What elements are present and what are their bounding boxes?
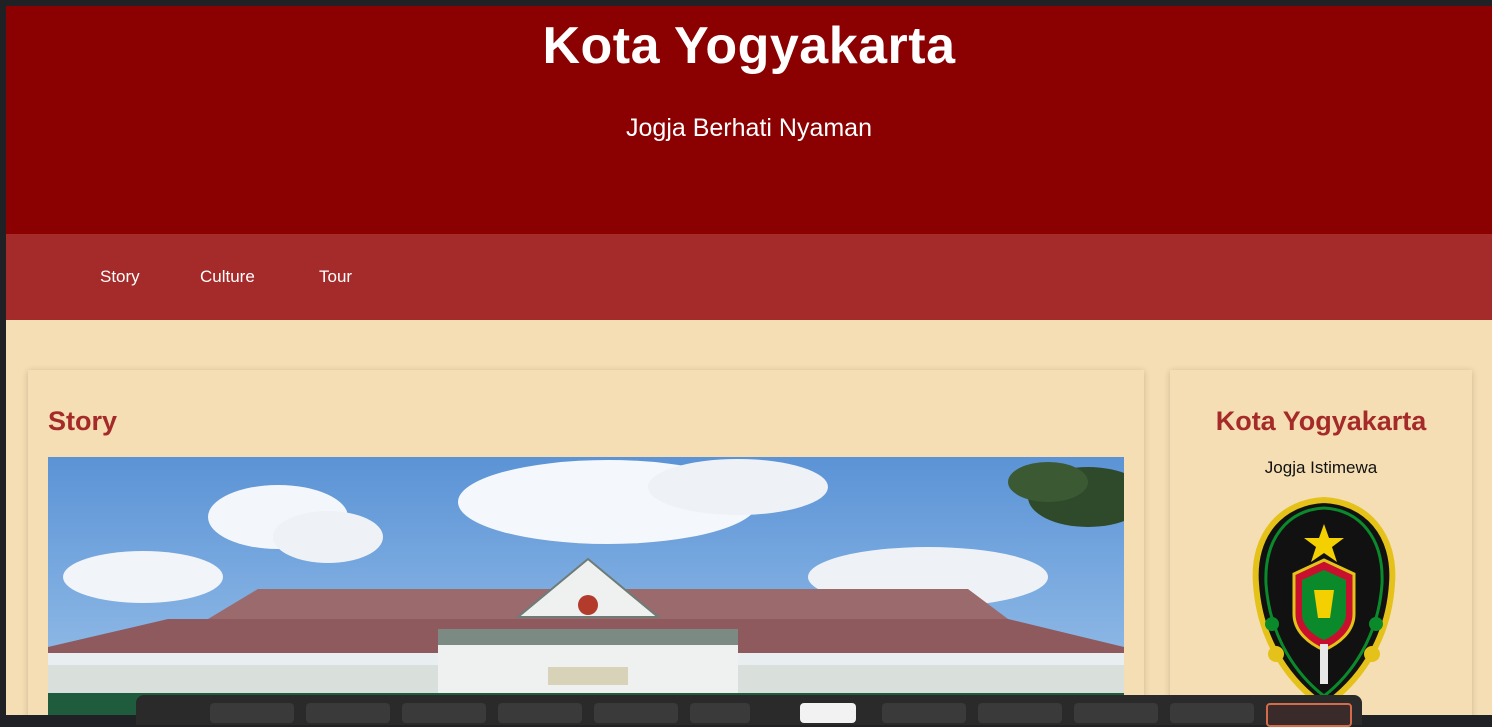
- story-heading: Story: [48, 406, 118, 436]
- city-emblem-icon: [1242, 494, 1406, 714]
- taskbar-app-button[interactable]: [402, 703, 486, 723]
- site-subtitle: Jogja Berhati Nyaman: [626, 114, 872, 142]
- taskbar-app-button[interactable]: [1170, 703, 1254, 723]
- taskbar-app-button[interactable]: [498, 703, 582, 723]
- sidebar-tagline: Jogja Istimewa: [1264, 458, 1378, 477]
- taskbar: [136, 695, 1362, 727]
- nav-link-story[interactable]: Story: [100, 267, 140, 287]
- nav-link-tour[interactable]: Tour: [319, 267, 352, 287]
- site-header: Kota Yogyakarta Jogja Berhati Nyaman: [6, 6, 1492, 234]
- taskbar-app-button[interactable]: [1266, 703, 1352, 727]
- taskbar-app-button[interactable]: [594, 703, 678, 723]
- page: Kota Yogyakarta Jogja Berhati Nyaman Sto…: [6, 6, 1492, 715]
- sidebar-card: Kota Yogyakarta Jogja Istimewa: [1170, 370, 1472, 715]
- taskbar-app-button[interactable]: [882, 703, 966, 723]
- sidebar-title: Kota Yogyakarta: [1215, 406, 1427, 436]
- nav-link-culture[interactable]: Culture: [200, 267, 255, 287]
- taskbar-app-button[interactable]: [306, 703, 390, 723]
- site-title: Kota Yogyakarta: [542, 17, 956, 75]
- taskbar-active-app-button[interactable]: [800, 703, 856, 723]
- taskbar-app-button[interactable]: [978, 703, 1062, 723]
- main-nav: Story Culture Tour: [6, 234, 1492, 320]
- kraton-photo: [48, 457, 1124, 715]
- taskbar-app-button[interactable]: [1074, 703, 1158, 723]
- taskbar-app-button[interactable]: [690, 703, 750, 723]
- taskbar-app-button[interactable]: [210, 703, 294, 723]
- story-card: Story: [28, 370, 1144, 715]
